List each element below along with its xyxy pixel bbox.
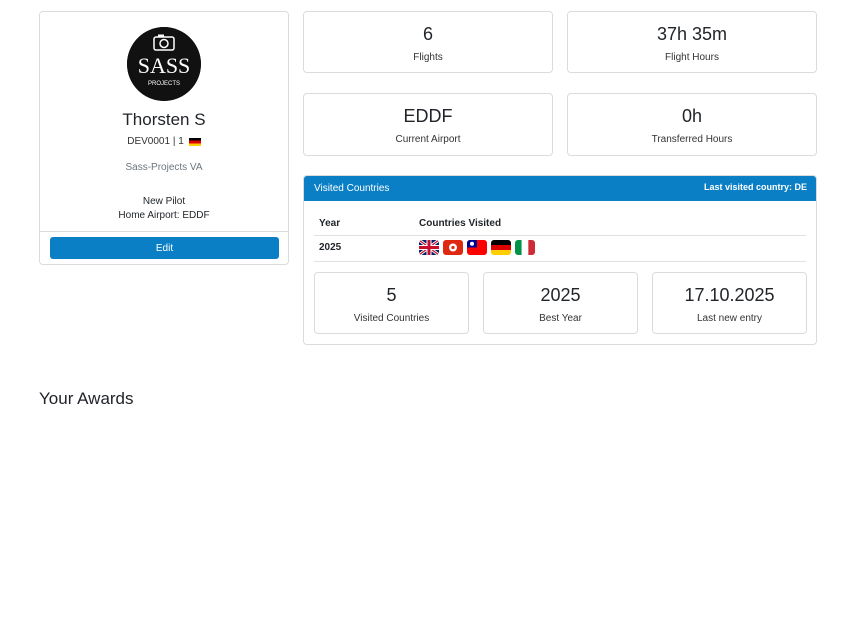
pilot-name: Thorsten S [122, 110, 206, 129]
current-airport-value: EDDF [403, 106, 453, 126]
visited-countries-value: 5 [386, 285, 397, 305]
germany-flag-icon [188, 137, 201, 146]
edit-button[interactable]: Edit [50, 237, 279, 259]
visited-countries-stat: 5 Visited Countries [314, 272, 469, 334]
airline-name: Sass-Projects VA [125, 162, 203, 173]
column-header-countries: Countries Visited [419, 218, 502, 229]
logo-subtext: PROJECTS [148, 81, 180, 87]
pilot-rank: New Pilot [142, 196, 186, 207]
best-year-stat: 2025 Best Year [483, 272, 638, 334]
current-airport-label: Current Airport [395, 134, 461, 145]
hong-kong-flag-icon [443, 240, 463, 255]
italy-flag-icon [515, 240, 535, 255]
visited-countries-title: Visited Countries [314, 183, 390, 194]
pilot-id: DEV0001 | 1 [127, 136, 184, 147]
transferred-hours-stat-card: 0h Transferred Hours [567, 93, 817, 156]
best-year-label: Best Year [539, 313, 582, 324]
flight-hours-stat-card: 37h 35m Flight Hours [567, 11, 817, 73]
table-divider [314, 235, 806, 236]
flight-hours-label: Flight Hours [665, 52, 719, 63]
sass-logo: SASS PROJECTS [127, 27, 201, 101]
logo-text: SASS [138, 53, 191, 78]
taiwan-flag-icon [467, 240, 487, 255]
avatar: SASS PROJECTS [127, 27, 201, 101]
table-divider [314, 261, 806, 262]
transferred-hours-label: Transferred Hours [651, 134, 733, 145]
last-new-entry-stat: 17.10.2025 Last new entry [652, 272, 807, 334]
flights-stat-card: 6 Flights [303, 11, 553, 73]
flights-value: 6 [422, 24, 433, 44]
current-airport-stat-card: EDDF Current Airport [303, 93, 553, 156]
visited-countries-label: Visited Countries [353, 313, 430, 324]
table-row-flags [419, 240, 535, 255]
best-year-value: 2025 [540, 285, 581, 305]
visited-countries-header: Visited Countries Last visited country: … [304, 176, 816, 201]
pilot-id-row: DEV0001 | 1 [40, 136, 288, 147]
united-kingdom-flag-icon [419, 240, 439, 255]
awards-heading: Your Awards [39, 389, 134, 408]
transferred-hours-value: 0h [681, 106, 703, 126]
last-visited-country: Last visited country: DE [703, 182, 807, 192]
column-header-year: Year [319, 218, 341, 229]
profile-card: SASS PROJECTS Thorsten S DEV0001 | 1 Sas… [39, 11, 289, 265]
visited-countries-card: Visited Countries Last visited country: … [303, 175, 817, 345]
last-new-entry-label: Last new entry [696, 313, 763, 324]
flight-hours-value: 37h 35m [656, 24, 728, 44]
germany-flag-icon [491, 240, 511, 255]
flights-label: Flights [413, 52, 443, 63]
last-new-entry-value: 17.10.2025 [684, 285, 775, 305]
divider [40, 231, 288, 232]
home-airport: Home Airport: EDDF [118, 210, 210, 221]
table-row-year: 2025 [319, 242, 342, 253]
